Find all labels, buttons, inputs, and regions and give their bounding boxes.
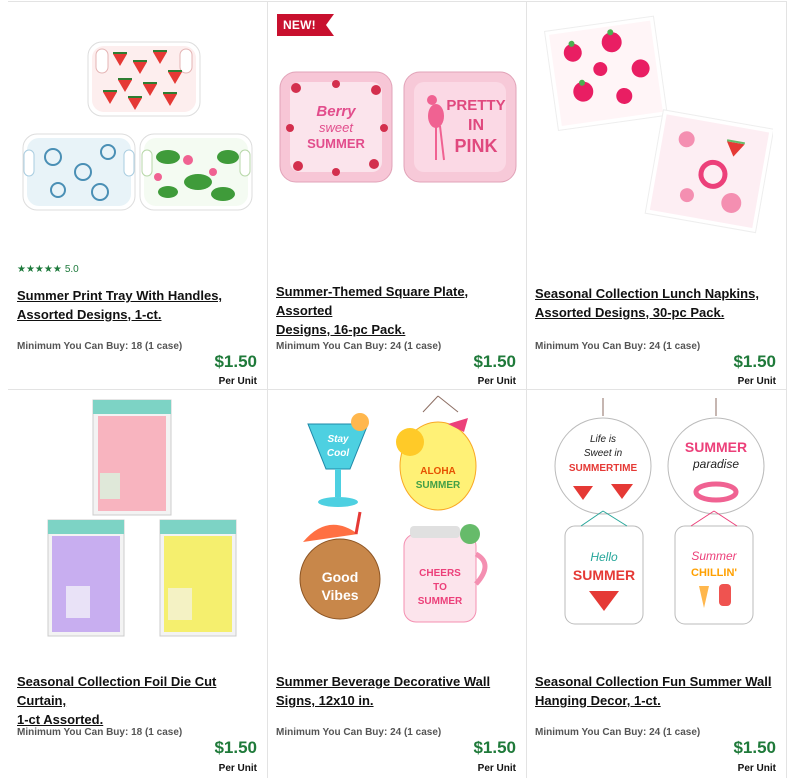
product-title-link[interactable]: Summer Beverage Decorative Wall Signs, 1… [276, 672, 490, 710]
divider [786, 1, 787, 778]
product-title-link[interactable]: Summer Print Tray With Handles, Assorted… [17, 286, 222, 324]
rating: ★★★★★ 5.0 [17, 264, 79, 275]
product-image[interactable] [541, 14, 773, 239]
new-badge: NEW! [277, 14, 334, 36]
price: $1.50 [733, 352, 776, 371]
svg-text:ALOHA: ALOHA [420, 466, 456, 477]
svg-text:IN: IN [468, 117, 484, 134]
product-title-line[interactable]: Signs, 12x10 in. [276, 691, 490, 710]
product-title-link[interactable]: Seasonal Collection Fun Summer Wall Hang… [535, 672, 771, 710]
price: $1.50 [473, 352, 516, 371]
svg-text:SUMMER: SUMMER [685, 439, 747, 455]
product-title-line[interactable]: Designs, 16-pc Pack. [276, 320, 526, 339]
rating-value: 5.0 [64, 264, 79, 275]
minimum-buy: Minimum You Can Buy: 18 (1 case) [17, 727, 183, 738]
price-unit: Per Unit [218, 763, 257, 774]
product-title-line[interactable]: Assorted Designs, 30-pc Pack. [535, 303, 759, 322]
product-image[interactable]: Stay Cool ALOHA SUMMER Good Vibes CHEERS… [298, 394, 498, 639]
product-title-line[interactable]: Hanging Decor, 1-ct. [535, 691, 771, 710]
product-title-line[interactable]: Seasonal Collection Foil Die Cut Curtain… [17, 672, 267, 710]
product-title-line[interactable]: Summer-Themed Square Plate, Assorted [276, 282, 526, 320]
svg-text:TO: TO [433, 582, 447, 593]
svg-text:SUMMER: SUMMER [418, 596, 463, 607]
svg-text:SUMMER: SUMMER [307, 136, 365, 151]
minimum-buy: Minimum You Can Buy: 24 (1 case) [535, 341, 701, 352]
product-title-line[interactable]: Seasonal Collection Fun Summer Wall [535, 672, 771, 691]
svg-text:SUMMERTIME: SUMMERTIME [569, 463, 638, 474]
svg-text:CHILLIN': CHILLIN' [691, 567, 737, 579]
price-unit: Per Unit [737, 376, 776, 387]
product-title-link[interactable]: Summer-Themed Square Plate, Assorted Des… [276, 282, 526, 339]
product-title-line[interactable]: Assorted Designs, 1-ct. [17, 305, 222, 324]
minimum-buy: Minimum You Can Buy: 24 (1 case) [276, 341, 442, 352]
minimum-buy: Minimum You Can Buy: 24 (1 case) [276, 727, 442, 738]
svg-text:Life is: Life is [590, 434, 616, 445]
product-title-line[interactable]: Summer Beverage Decorative Wall [276, 672, 490, 691]
svg-text:SUMMER: SUMMER [416, 480, 461, 491]
minimum-buy: Minimum You Can Buy: 24 (1 case) [535, 727, 701, 738]
product-card[interactable]: NEW! Berry sweet SUMMER PRETTY IN PINK S… [268, 2, 526, 389]
svg-text:Vibes: Vibes [321, 587, 358, 603]
svg-text:Hello: Hello [590, 550, 618, 564]
price-unit: Per Unit [477, 763, 516, 774]
svg-text:Summer: Summer [691, 549, 737, 563]
svg-text:SUMMER: SUMMER [573, 567, 635, 583]
price: $1.50 [214, 738, 257, 757]
product-image[interactable] [18, 32, 258, 217]
price: $1.50 [473, 738, 516, 757]
product-image[interactable]: Berry sweet SUMMER PRETTY IN PINK [276, 68, 521, 188]
svg-text:Good: Good [322, 569, 359, 585]
svg-text:paradise: paradise [692, 457, 739, 471]
product-title-line[interactable]: Seasonal Collection Lunch Napkins, [535, 284, 759, 303]
price-unit: Per Unit [218, 376, 257, 387]
minimum-buy: Minimum You Can Buy: 18 (1 case) [17, 341, 183, 352]
product-card[interactable]: Seasonal Collection Lunch Napkins, Assor… [527, 2, 786, 389]
product-card[interactable]: Stay Cool ALOHA SUMMER Good Vibes CHEERS… [268, 390, 526, 778]
svg-text:PINK: PINK [454, 136, 497, 156]
product-card[interactable]: Seasonal Collection Foil Die Cut Curtain… [8, 390, 267, 778]
product-image[interactable] [38, 398, 248, 638]
product-title-line[interactable]: Summer Print Tray With Handles, [17, 286, 222, 305]
svg-text:Sweet in: Sweet in [584, 448, 623, 459]
rating-stars-icon: ★★★★★ [17, 264, 62, 275]
product-title-link[interactable]: Seasonal Collection Lunch Napkins, Assor… [535, 284, 759, 322]
product-card[interactable]: Life is Sweet in SUMMERTIME SUMMER parad… [527, 390, 786, 778]
svg-text:sweet: sweet [319, 120, 354, 135]
product-image[interactable]: Life is Sweet in SUMMERTIME SUMMER parad… [551, 396, 766, 641]
svg-text:Berry: Berry [316, 103, 356, 120]
svg-text:Stay: Stay [327, 434, 349, 445]
price: $1.50 [733, 738, 776, 757]
price: $1.50 [214, 352, 257, 371]
price-unit: Per Unit [737, 763, 776, 774]
svg-text:CHEERS: CHEERS [419, 568, 461, 579]
product-title-link[interactable]: Seasonal Collection Foil Die Cut Curtain… [17, 672, 267, 729]
svg-text:PRETTY: PRETTY [446, 97, 505, 114]
product-card[interactable]: ★★★★★ 5.0 Summer Print Tray With Handles,… [8, 2, 267, 389]
product-grid: ★★★★★ 5.0 Summer Print Tray With Handles,… [0, 0, 790, 778]
price-unit: Per Unit [477, 376, 516, 387]
svg-text:Cool: Cool [327, 448, 349, 459]
